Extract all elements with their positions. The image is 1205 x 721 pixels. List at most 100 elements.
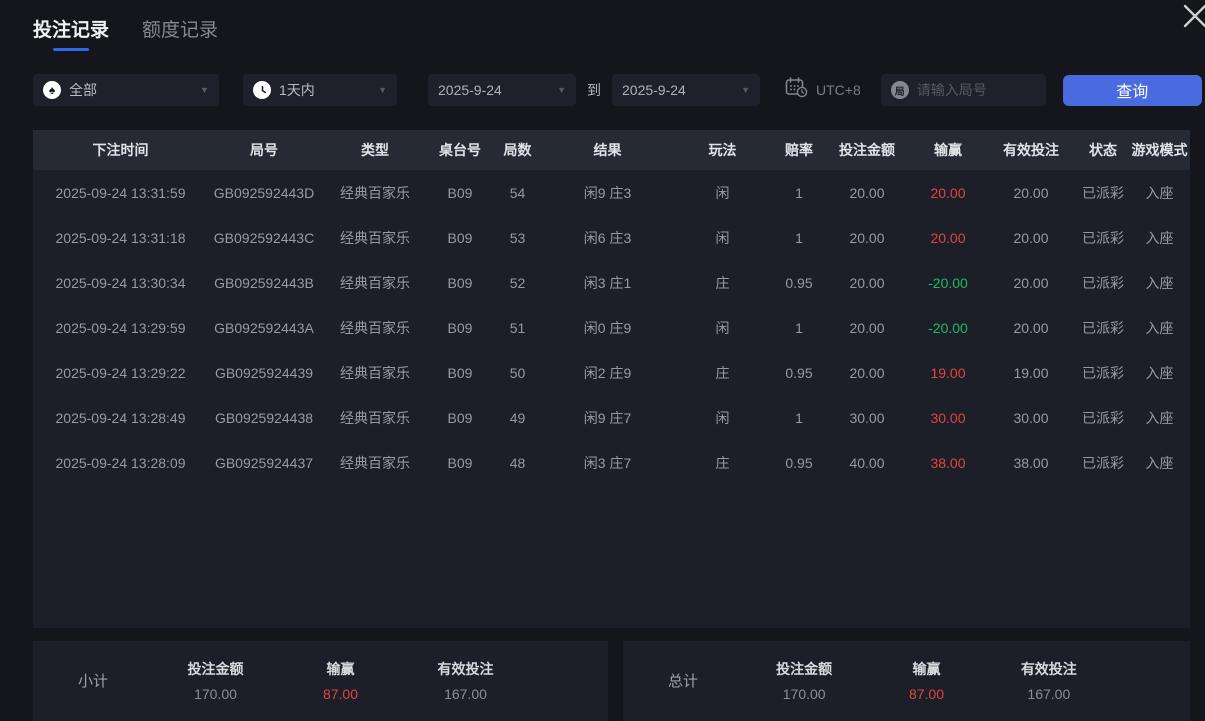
cell-odds: 0.95 xyxy=(775,260,823,305)
total-label: 总计 xyxy=(623,659,743,691)
subtotal-win-loss: 输赢 87.00 xyxy=(278,659,403,702)
cell-valid: 20.00 xyxy=(985,170,1077,215)
column-header: 桌台号 xyxy=(430,130,490,170)
cell-bet: 20.00 xyxy=(823,260,911,305)
column-header: 有效投注 xyxy=(985,130,1077,170)
cell-round_id: GB092592443D xyxy=(208,170,320,215)
cell-odds: 1 xyxy=(775,395,823,440)
cell-round: 51 xyxy=(490,305,545,350)
cell-result: 闲3 庄7 xyxy=(545,440,670,485)
column-header: 局数 xyxy=(490,130,545,170)
round-number-field: 局 xyxy=(881,74,1046,106)
cell-type: 经典百家乐 xyxy=(320,305,430,350)
column-header: 下注时间 xyxy=(33,130,208,170)
cell-type: 经典百家乐 xyxy=(320,215,430,260)
round-icon: 局 xyxy=(891,81,909,99)
tab-bet-records[interactable]: 投注记录 xyxy=(33,15,109,51)
cell-mode: 入座 xyxy=(1129,395,1190,440)
cell-type: 经典百家乐 xyxy=(320,170,430,215)
column-header: 类型 xyxy=(320,130,430,170)
cell-round: 49 xyxy=(490,395,545,440)
cell-result: 闲3 庄1 xyxy=(545,260,670,305)
cell-mode: 入座 xyxy=(1129,305,1190,350)
cell-bet: 40.00 xyxy=(823,440,911,485)
cell-time: 2025-09-24 13:28:49 xyxy=(33,395,208,440)
column-header: 赔率 xyxy=(775,130,823,170)
cell-result: 闲0 庄9 xyxy=(545,305,670,350)
game-type-select[interactable]: ♠ 全部 ▼ xyxy=(33,74,219,106)
cell-result: 闲2 庄9 xyxy=(545,350,670,395)
cell-time: 2025-09-24 13:30:34 xyxy=(33,260,208,305)
cell-time: 2025-09-24 13:29:59 xyxy=(33,305,208,350)
date-to-select[interactable]: 2025-9-24 ▼ xyxy=(612,74,760,106)
table-header-row: 下注时间局号类型桌台号局数结果玩法赔率投注金额输赢有效投注状态游戏模式 xyxy=(33,130,1190,170)
cell-type: 经典百家乐 xyxy=(320,350,430,395)
cell-bet: 20.00 xyxy=(823,350,911,395)
tab-bar: 投注记录 额度记录 xyxy=(33,15,218,51)
cell-play: 闲 xyxy=(670,215,775,260)
cell-table_no: B09 xyxy=(430,395,490,440)
cell-time: 2025-09-24 13:31:18 xyxy=(33,215,208,260)
clock-icon xyxy=(253,81,271,99)
filter-bar: ♠ 全部 ▼ 1天内 ▼ 2025-9-24 ▼ 到 2025-9-24 ▼ U… xyxy=(33,74,1202,106)
time-range-select[interactable]: 1天内 ▼ xyxy=(243,74,397,106)
cell-bet: 20.00 xyxy=(823,305,911,350)
column-header: 局号 xyxy=(208,130,320,170)
column-header: 投注金额 xyxy=(823,130,911,170)
cell-result: 闲9 庄7 xyxy=(545,395,670,440)
to-label: 到 xyxy=(587,80,601,100)
cell-mode: 入座 xyxy=(1129,350,1190,395)
records-table: 下注时间局号类型桌台号局数结果玩法赔率投注金额输赢有效投注状态游戏模式 2025… xyxy=(33,130,1190,628)
cell-type: 经典百家乐 xyxy=(320,260,430,305)
cell-round_id: GB0925924437 xyxy=(208,440,320,485)
cell-status: 已派彩 xyxy=(1077,350,1129,395)
round-number-input[interactable] xyxy=(917,82,1036,98)
cell-round: 48 xyxy=(490,440,545,485)
cell-win: -20.00 xyxy=(911,260,985,305)
cell-odds: 0.95 xyxy=(775,350,823,395)
date-from-value: 2025-9-24 xyxy=(438,82,502,98)
table-row: 2025-09-24 13:28:49GB0925924438经典百家乐B094… xyxy=(33,395,1190,440)
cell-round_id: GB092592443B xyxy=(208,260,320,305)
tab-quota-records[interactable]: 额度记录 xyxy=(142,15,218,51)
table-row: 2025-09-24 13:31:59GB092592443D经典百家乐B095… xyxy=(33,170,1190,215)
date-to-value: 2025-9-24 xyxy=(622,82,686,98)
cell-table_no: B09 xyxy=(430,440,490,485)
column-header: 结果 xyxy=(545,130,670,170)
cell-odds: 0.95 xyxy=(775,440,823,485)
cell-table_no: B09 xyxy=(430,350,490,395)
cell-round_id: GB092592443A xyxy=(208,305,320,350)
table-row: 2025-09-24 13:29:59GB092592443A经典百家乐B095… xyxy=(33,305,1190,350)
column-header: 游戏模式 xyxy=(1129,130,1190,170)
cell-mode: 入座 xyxy=(1129,170,1190,215)
table-row: 2025-09-24 13:29:22GB0925924439经典百家乐B095… xyxy=(33,350,1190,395)
chevron-down-icon: ▼ xyxy=(378,86,387,95)
cell-win: 19.00 xyxy=(911,350,985,395)
cell-bet: 30.00 xyxy=(823,395,911,440)
cell-mode: 入座 xyxy=(1129,260,1190,305)
cell-time: 2025-09-24 13:29:22 xyxy=(33,350,208,395)
subtotal-card: 小计 投注金额 170.00 输赢 87.00 有效投注 167.00 xyxy=(33,641,608,721)
chevron-down-icon: ▼ xyxy=(741,86,750,95)
table-row: 2025-09-24 13:31:18GB092592443C经典百家乐B095… xyxy=(33,215,1190,260)
cell-table_no: B09 xyxy=(430,305,490,350)
cell-play: 闲 xyxy=(670,305,775,350)
close-icon[interactable] xyxy=(1181,2,1205,30)
chevron-down-icon: ▼ xyxy=(557,86,566,95)
cell-time: 2025-09-24 13:31:59 xyxy=(33,170,208,215)
search-button[interactable]: 查询 xyxy=(1063,75,1202,106)
cell-mode: 入座 xyxy=(1129,440,1190,485)
column-header: 输赢 xyxy=(911,130,985,170)
cell-round: 50 xyxy=(490,350,545,395)
spade-icon: ♠ xyxy=(43,81,61,99)
cell-odds: 1 xyxy=(775,170,823,215)
cell-bet: 20.00 xyxy=(823,170,911,215)
cell-play: 庄 xyxy=(670,440,775,485)
cell-round: 52 xyxy=(490,260,545,305)
cell-valid: 38.00 xyxy=(985,440,1077,485)
total-card: 总计 投注金额 170.00 输赢 87.00 有效投注 167.00 xyxy=(623,641,1190,721)
cell-win: 20.00 xyxy=(911,170,985,215)
table-body: 2025-09-24 13:31:59GB092592443D经典百家乐B095… xyxy=(33,170,1190,485)
cell-win: 20.00 xyxy=(911,215,985,260)
date-from-select[interactable]: 2025-9-24 ▼ xyxy=(428,74,576,106)
